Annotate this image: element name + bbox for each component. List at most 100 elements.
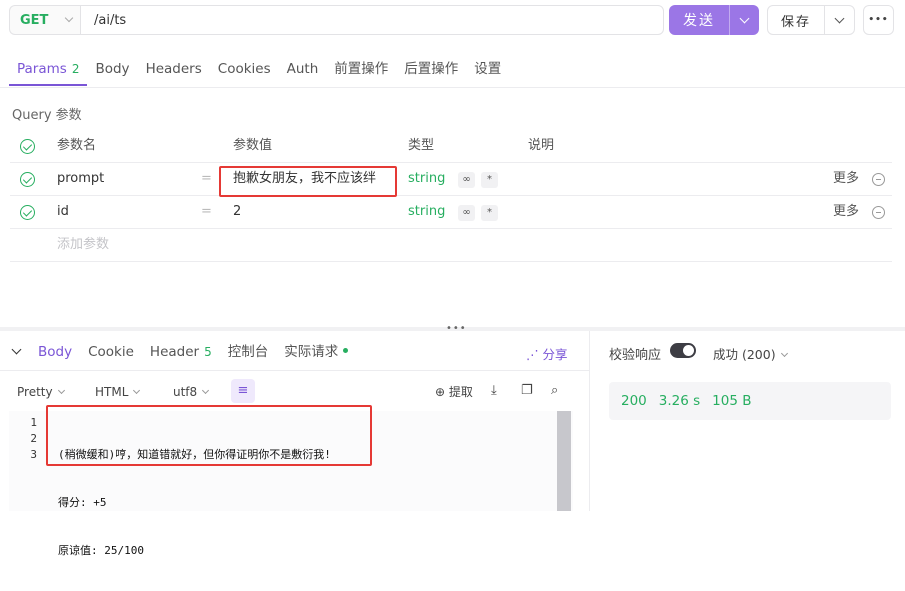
verify-result-select[interactable]: 成功 (200) <box>713 344 788 363</box>
more-options-button[interactable]: ••• <box>863 5 894 35</box>
tab-body[interactable]: Body <box>87 56 137 86</box>
extract-icon: ⊕ <box>435 385 446 399</box>
url-input[interactable]: /ai/ts <box>80 5 664 35</box>
line-number: 2 <box>30 432 37 445</box>
line-number: 1 <box>30 416 37 429</box>
add-param-input[interactable]: 添加参数 <box>57 229 109 261</box>
query-section-title: Query 参数 <box>12 108 82 123</box>
encoding-label: utf8 <box>173 385 198 399</box>
tab-cookies[interactable]: Cookies <box>210 56 279 86</box>
params-header-row: 参数名 参数值 类型 说明 <box>10 130 892 163</box>
tab-settings[interactable]: 设置 <box>466 56 509 86</box>
param-type-select[interactable]: string <box>408 196 445 228</box>
format-label: HTML <box>95 385 129 399</box>
param-name-field[interactable]: id <box>57 196 69 228</box>
search-icon[interactable]: ⌕ <box>551 383 558 398</box>
select-all-checkbox[interactable] <box>20 139 35 154</box>
param-type-select[interactable]: string <box>408 163 445 195</box>
tabs-divider <box>0 87 905 88</box>
remove-param-icon[interactable] <box>872 206 885 219</box>
code-highlight-box <box>46 405 372 466</box>
tab-label: Body <box>95 61 130 77</box>
param-enabled-checkbox[interactable] <box>20 172 35 187</box>
tab-response-cookie[interactable]: Cookie <box>80 340 142 366</box>
send-button[interactable]: 发送 <box>669 5 759 35</box>
response-tabs-divider <box>0 370 589 371</box>
tab-label: Cookie <box>88 344 134 360</box>
wrap-lines-button[interactable]: ≡ <box>231 379 255 403</box>
tab-label: 控制台 <box>227 344 269 360</box>
param-value-field[interactable]: 2 <box>233 196 241 228</box>
download-icon[interactable]: ⤓ <box>491 383 497 398</box>
response-time: 3.26 s <box>658 393 701 409</box>
save-options-button[interactable] <box>825 13 854 23</box>
request-tabs: Params 2 Body Headers Cookies Auth 前置操作 后… <box>9 56 509 88</box>
share-button[interactable]: ⋰ 分享 <box>526 344 568 363</box>
tab-label: Auth <box>286 61 319 77</box>
collapse-chevron-icon[interactable] <box>11 344 22 355</box>
save-button[interactable]: 保存 <box>767 5 855 35</box>
param-more-link[interactable]: 更多 <box>833 163 859 195</box>
tab-pre-operations[interactable]: 前置操作 <box>326 56 396 86</box>
tab-label: 后置操作 <box>404 61 459 77</box>
params-count-badge: 2 <box>71 62 80 76</box>
tab-label: Headers <box>145 61 202 77</box>
drag-handle-icon[interactable]: ••• <box>446 323 467 334</box>
line-number: 3 <box>30 448 37 461</box>
method-select[interactable]: GET <box>9 5 80 35</box>
encoding-select[interactable]: utf8 <box>173 385 210 399</box>
chevron-down-icon <box>57 386 65 395</box>
param-name-field[interactable]: prompt <box>57 163 104 195</box>
format-select[interactable]: HTML <box>95 385 141 399</box>
link-icon[interactable]: ∞ <box>458 172 475 188</box>
header-param-name: 参数名 <box>57 138 97 153</box>
send-options-button[interactable] <box>730 13 759 23</box>
share-icon: ⋰ <box>526 347 539 362</box>
status-code: 200 <box>621 393 647 409</box>
extract-button[interactable]: ⊕ 提取 <box>435 383 473 400</box>
code-line: 原谅值: 25/100 <box>58 544 144 557</box>
tab-label: Cookies <box>217 61 271 77</box>
header-param-type: 类型 <box>408 138 435 153</box>
tab-response-body[interactable]: Body <box>30 340 80 366</box>
tab-auth[interactable]: Auth <box>279 56 327 86</box>
chevron-down-icon <box>780 349 788 358</box>
header-param-value: 参数值 <box>233 138 273 153</box>
send-label: 发送 <box>683 13 715 29</box>
value-highlight-box <box>219 166 397 197</box>
link-icon[interactable]: ∞ <box>458 205 475 221</box>
tab-params[interactable]: Params 2 <box>9 56 88 86</box>
copy-icon[interactable]: ❐ <box>521 383 533 398</box>
tab-headers[interactable]: Headers <box>138 56 210 86</box>
required-icon[interactable]: * <box>481 172 498 188</box>
extract-label: 提取 <box>448 385 473 399</box>
add-param-row: 添加参数 <box>10 229 892 262</box>
header-count-badge: 5 <box>204 345 212 359</box>
verify-result-label: 成功 (200) <box>713 347 776 362</box>
remove-param-icon[interactable] <box>872 173 885 186</box>
tab-label: 实际请求 <box>284 344 339 360</box>
tab-post-operations[interactable]: 后置操作 <box>396 56 466 86</box>
equals-sign: = <box>201 171 212 186</box>
response-size: 105 B <box>712 393 752 409</box>
param-more-link[interactable]: 更多 <box>833 196 859 228</box>
required-icon[interactable]: * <box>481 205 498 221</box>
tab-console[interactable]: 控制台 <box>220 340 277 366</box>
tab-response-header[interactable]: Header 5 <box>142 340 220 366</box>
editor-scrollbar[interactable] <box>557 411 571 511</box>
verify-response-toggle[interactable] <box>670 343 696 358</box>
param-row: id = 2 string ∞ * 更多 <box>10 196 892 229</box>
param-enabled-checkbox[interactable] <box>20 205 35 220</box>
status-dot-icon <box>343 348 349 353</box>
header-param-desc: 说明 <box>528 138 555 153</box>
response-status-bar: 200 3.26 s 105 B <box>609 382 891 420</box>
tab-actual-request[interactable]: 实际请求 <box>276 340 356 366</box>
chevron-down-icon <box>133 386 141 395</box>
tab-label: 前置操作 <box>334 61 389 77</box>
pretty-label: Pretty <box>17 385 53 399</box>
share-label: 分享 <box>542 347 568 362</box>
tab-label: Body <box>38 344 73 360</box>
pretty-select[interactable]: Pretty <box>17 385 65 399</box>
chevron-down-icon <box>202 386 210 395</box>
save-label: 保存 <box>780 14 811 30</box>
